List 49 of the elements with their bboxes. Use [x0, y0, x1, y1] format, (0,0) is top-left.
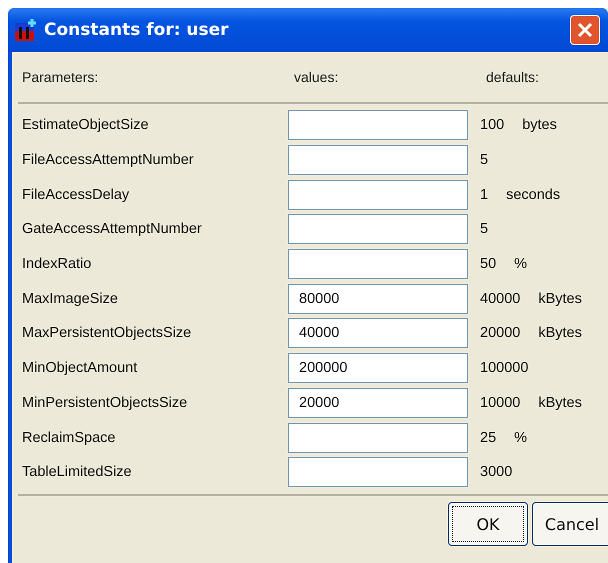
- unit-label: kBytes: [538, 290, 582, 307]
- default-value: 5: [480, 152, 488, 168]
- cancel-button[interactable]: Cancel: [532, 502, 608, 546]
- value-field[interactable]: [288, 110, 468, 140]
- unit-label: bytes: [522, 117, 557, 134]
- window-title: Constants for: user: [44, 20, 229, 40]
- parameter-label: FileAccessDelay: [22, 186, 130, 203]
- value-field[interactable]: [288, 457, 468, 488]
- default-value: 100000: [480, 360, 528, 376]
- parameter-label: ReclaimSpace: [22, 430, 116, 446]
- parameter-label: FileAccessAttemptNumber: [22, 152, 195, 168]
- value-field[interactable]: 40000: [288, 318, 468, 348]
- unit-label: seconds: [506, 186, 560, 203]
- parameter-label: TableLimitedSize: [22, 464, 133, 480]
- close-icon: [576, 21, 594, 39]
- close-button[interactable]: [570, 15, 600, 45]
- default-value: 10000: [480, 394, 520, 411]
- parameter-label: MinObjectAmount: [22, 360, 138, 376]
- column-header: Parameters:: [22, 69, 100, 85]
- unit-label: %: [514, 430, 528, 446]
- unit-label: kBytes: [538, 325, 582, 342]
- default-value: 20000: [480, 325, 520, 342]
- value-field[interactable]: [288, 214, 468, 244]
- value-field[interactable]: 20000: [288, 388, 468, 418]
- default-value: 3000: [480, 464, 512, 480]
- default-value: 50: [480, 256, 496, 272]
- app-icon: [14, 18, 38, 42]
- column-header: values:: [294, 69, 340, 85]
- value-field[interactable]: [288, 180, 468, 210]
- default-value: 40000: [480, 290, 520, 307]
- parameter-label: MaxPersistentObjectsSize: [22, 325, 192, 342]
- value-field[interactable]: 200000: [288, 353, 468, 384]
- ok-button[interactable]: OK: [448, 502, 528, 546]
- default-value: 5: [480, 221, 488, 238]
- value-field[interactable]: [288, 145, 468, 176]
- unit-label: %: [514, 256, 528, 272]
- value-field[interactable]: [288, 249, 468, 280]
- parameter-label: EstimateObjectSize: [22, 117, 150, 134]
- parameter-label: MinPersistentObjectsSize: [22, 394, 188, 411]
- parameter-label: IndexRatio: [22, 256, 92, 272]
- default-value: 100: [480, 117, 504, 134]
- unit-label: kBytes: [538, 394, 582, 411]
- parameter-label: GateAccessAttemptNumber: [22, 221, 203, 238]
- parameter-label: MaxImageSize: [22, 290, 119, 307]
- value-field[interactable]: 80000: [288, 284, 468, 314]
- default-value: 1: [480, 186, 488, 203]
- value-field[interactable]: [288, 422, 468, 453]
- default-value: 25: [480, 430, 496, 446]
- column-header: defaults:: [486, 69, 540, 85]
